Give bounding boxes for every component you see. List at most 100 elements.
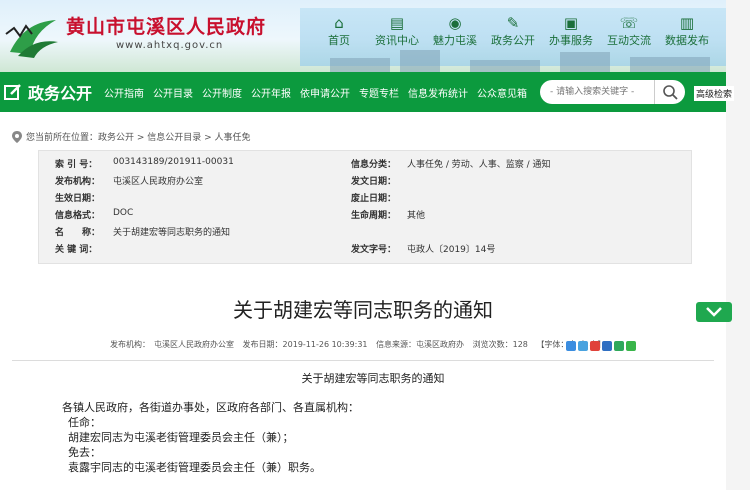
info-label: 发布机构： <box>55 177 101 187</box>
site-title[interactable]: 黄山市屯溪区人民政府 <box>66 12 266 39</box>
share-douban-icon[interactable] <box>614 341 624 351</box>
breadcrumb: 您当前所在位置：政务公开 > 信息公开目录 > 人事任免 <box>12 130 251 143</box>
body-line: 各镇人民政府，各街道办事处，区政府各部门、各直属机构： <box>62 401 359 414</box>
body-line: 免去： <box>68 446 101 459</box>
home-icon: ⌂ <box>334 14 344 32</box>
info-value: DOC <box>113 208 134 218</box>
share-qzone-icon[interactable] <box>566 341 576 351</box>
info-row: 生效日期： 废止日期： <box>39 191 691 207</box>
site-header: 黄山市屯溪区人民政府 www.ahtxq.gov.cn ⌂ 首页 ▤ 资讯中心 ◉ 魅力屯… <box>0 0 726 72</box>
nav-item[interactable]: ☏ 互动交流 <box>602 14 656 48</box>
article-body: 各镇人民政府，各街道办事处，区政府各部门、各直属机构： 任命： 胡建宏同志为屯溪… <box>62 400 359 475</box>
subnav-link[interactable]: 公开制度 <box>202 85 242 100</box>
nav-item-label: 首页 <box>328 34 350 47</box>
search-icon <box>663 85 678 100</box>
subnav-link[interactable]: 公众意见箱 <box>477 85 527 100</box>
nav-item[interactable]: ▥ 数据发布 <box>660 14 714 48</box>
nav-item[interactable]: ▣ 办事服务 <box>544 14 598 48</box>
nav-item-label: 魅力屯溪 <box>433 34 477 47</box>
article-meta: 发布机构： 屯溪区人民政府办公室 发布日期：2019-11-26 10:39:3… <box>110 339 612 350</box>
info-label: 索 引 号： <box>55 160 98 170</box>
section-bar: 政务公开 公开指南 公开目录 公开制度 公开年报 依申请公开 专题专栏 信息发布统计 公众意见… <box>0 72 735 112</box>
nav-item[interactable]: ◉ 魅力屯溪 <box>428 14 482 48</box>
info-value: 人事任免 / 劳动、人事、监察 / 通知 <box>407 160 551 170</box>
nav-item-label: 资讯中心 <box>375 34 419 47</box>
right-scroll-gutter <box>726 0 750 490</box>
advanced-search-link[interactable]: 高级检索 <box>694 86 735 101</box>
share-tencent-icon[interactable] <box>578 341 588 351</box>
news-icon: ▤ <box>389 14 405 32</box>
nav-item[interactable]: ✎ 政务公开 <box>486 14 540 48</box>
article-title: 关于胡建宏等同志职务的通知 <box>233 298 493 322</box>
location-pin-icon <box>12 130 22 143</box>
meta-date: 发布日期：2019-11-26 10:39:31 <box>242 340 368 349</box>
site-logo-icon[interactable] <box>4 12 62 62</box>
body-line: 任命： <box>68 416 101 429</box>
share-wechat-icon[interactable] <box>626 341 636 351</box>
nav-item-label: 政务公开 <box>491 34 535 47</box>
info-label: 信息格式： <box>55 211 101 221</box>
edit-icon: ✎ <box>506 14 520 32</box>
info-label: 生效日期： <box>55 194 101 204</box>
subnav-link[interactable]: 依申请公开 <box>300 85 350 100</box>
subnav-link[interactable]: 公开年报 <box>251 85 291 100</box>
chat-icon: ☏ <box>619 14 639 32</box>
nav-item-label: 数据发布 <box>665 34 709 47</box>
subnav-link[interactable]: 专题专栏 <box>359 85 399 100</box>
meta-source: 信息来源：屯溪区政府办 <box>376 340 465 349</box>
info-label: 名 称： <box>55 228 101 238</box>
main-nav: ⌂ 首页 ▤ 资讯中心 ◉ 魅力屯溪 ✎ 政务公开 ▣ 办事服务 ☏ 互动交流 ▥ 数据发布 <box>312 14 718 48</box>
info-label: 废止日期： <box>351 194 397 204</box>
info-value: 003143189/201911-00031 <box>113 157 234 167</box>
search-input[interactable] <box>550 84 650 100</box>
info-row: 名 称： 关于胡建宏等同志职务的通知 <box>39 225 691 241</box>
subnav-link[interactable]: 信息发布统计 <box>408 85 468 100</box>
info-row: 发布机构： 屯溪区人民政府办公室 发文日期： <box>39 174 691 190</box>
nav-item[interactable]: ▤ 资讯中心 <box>370 14 424 48</box>
search-button[interactable] <box>654 80 685 104</box>
article-subtitle: 关于胡建宏等同志职务的通知 <box>301 372 445 385</box>
body-line: 袁露宇同志的屯溪老街管理委员会主任（兼）职务。 <box>68 461 321 474</box>
chart-icon: ▥ <box>679 14 695 32</box>
info-value: 屯政人〔2019〕14号 <box>407 245 496 255</box>
search-box <box>540 80 685 104</box>
info-label: 发文字号： <box>351 245 397 255</box>
banner-building <box>470 60 540 72</box>
section-title-label: 政务公开 <box>28 84 93 103</box>
subnav-link[interactable]: 公开指南 <box>104 85 144 100</box>
info-label: 关 键 词： <box>55 245 98 255</box>
info-value: 屯溪区人民政府办公室 <box>113 177 204 187</box>
info-label: 生命周期： <box>351 211 397 221</box>
collapse-button[interactable] <box>696 302 732 322</box>
chevron-down-icon <box>706 307 722 317</box>
info-metadata-table: 索 引 号： 003143189/201911-00031 信息分类： 人事任免 / … <box>38 150 692 264</box>
camera-icon: ◉ <box>448 14 462 32</box>
banner-building <box>630 57 710 72</box>
banner-building <box>330 58 390 72</box>
breadcrumb-text[interactable]: 您当前所在位置：政务公开 > 信息公开目录 > 人事任免 <box>26 130 251 143</box>
edit-icon <box>4 84 21 100</box>
info-label: 信息分类： <box>351 160 397 170</box>
divider <box>12 360 714 361</box>
info-row: 关 键 词： 发文字号： 屯政人〔2019〕14号 <box>39 242 691 258</box>
section-subnav: 公开指南 公开目录 公开制度 公开年报 依申请公开 专题专栏 信息发布统计 公众意见箱 <box>104 85 536 100</box>
body-line: 胡建宏同志为屯溪老街管理委员会主任（兼）； <box>68 431 294 444</box>
info-row: 索 引 号： 003143189/201911-00031 信息分类： 人事任免 / … <box>39 157 691 173</box>
meta-views: 浏览次数：128 <box>472 340 528 349</box>
nav-item[interactable]: ⌂ 首页 <box>312 14 366 48</box>
subnav-link[interactable]: 公开目录 <box>153 85 193 100</box>
share-bar <box>566 341 638 351</box>
service-icon: ▣ <box>563 14 579 32</box>
meta-publisher: 发布机构： 屯溪区人民政府办公室 <box>110 340 234 349</box>
banner-building <box>560 52 610 72</box>
site-url: www.ahtxq.gov.cn <box>116 40 224 51</box>
nav-item-label: 办事服务 <box>549 34 593 47</box>
nav-item-label: 互动交流 <box>607 34 651 47</box>
info-value: 其他 <box>407 211 426 221</box>
info-value: 关于胡建宏等同志职务的通知 <box>113 228 231 238</box>
banner-building <box>400 50 440 72</box>
share-renren-icon[interactable] <box>602 341 612 351</box>
info-row: 信息格式： DOC 生命周期： 其他 <box>39 208 691 224</box>
section-title: 政务公开 <box>4 80 92 104</box>
share-weibo-icon[interactable] <box>590 341 600 351</box>
